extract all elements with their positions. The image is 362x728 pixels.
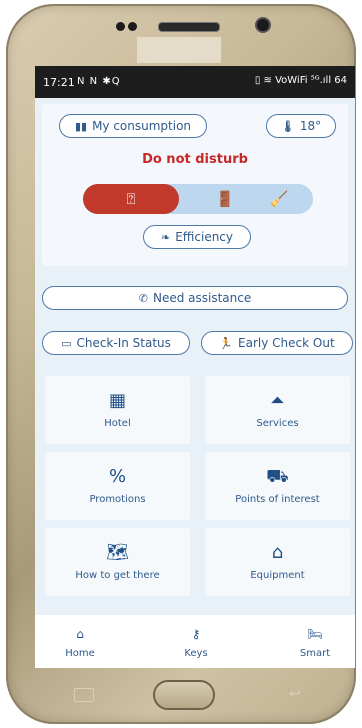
- check-in-status-button[interactable]: ▭ Check-In Status: [42, 331, 190, 355]
- promotions-label: Promotions: [89, 493, 146, 505]
- how-to-get-there-label: How to get there: [75, 569, 160, 581]
- leaf-icon: ❧: [160, 230, 171, 244]
- room-status-toggle[interactable]: ⍰ 🚪 🧹: [83, 184, 313, 214]
- home-icon: ⌂: [76, 627, 84, 641]
- percent-icon: %: [108, 465, 127, 487]
- bed-icon: 🛏: [307, 627, 323, 641]
- bar-chart-icon: ▮▮: [74, 119, 88, 133]
- house-icon: ⌂: [271, 541, 284, 563]
- early-check-out-button[interactable]: 🏃 Early Check Out: [201, 331, 353, 355]
- equipment-label: Equipment: [250, 569, 305, 581]
- need-assistance-button[interactable]: ✆ Need assistance: [42, 286, 348, 310]
- nav-keys-label: Keys: [184, 648, 208, 659]
- key-icon: ⚷: [191, 627, 201, 641]
- bottom-navigation: ⌂ Home ⚷ Keys 🛏 Smart: [35, 615, 355, 668]
- cleaning-option[interactable]: 🧹: [249, 184, 309, 214]
- need-assistance-label: Need assistance: [152, 291, 252, 305]
- temperature-value: 18°: [299, 119, 322, 133]
- efficiency-label: Efficiency: [175, 230, 234, 244]
- thermometer-icon: 🌡: [280, 119, 295, 133]
- recent-apps-key[interactable]: [74, 688, 94, 702]
- phone-icon: ✆: [138, 291, 148, 305]
- promotions-tile[interactable]: % Promotions: [45, 452, 190, 520]
- hotel-tile[interactable]: ▦ Hotel: [45, 376, 190, 444]
- services-label: Services: [256, 417, 299, 429]
- cleaning-icon: 🧹: [269, 190, 289, 208]
- points-of-interest-label: Points of interest: [235, 493, 320, 505]
- nav-home[interactable]: ⌂ Home: [50, 627, 110, 659]
- running-person-icon: 🏃: [219, 336, 234, 350]
- hotel-icon: ▦: [108, 389, 126, 411]
- app-content: ▮▮ My consumption 🌡 18° Do not disturb ⍰…: [35, 98, 355, 668]
- do-not-disturb-status: Do not disturb: [142, 152, 248, 167]
- back-key-icon[interactable]: ↩: [289, 686, 301, 702]
- earpiece-speaker: [158, 22, 220, 32]
- hardware-keys: ↩: [6, 668, 356, 724]
- efficiency-button[interactable]: ❧ Efficiency: [143, 225, 251, 249]
- map-icon: 🗺: [106, 541, 129, 563]
- nav-smart[interactable]: 🛏 Smart: [285, 627, 345, 659]
- home-hardware-button[interactable]: [153, 680, 215, 710]
- notification-icons: N N ✱Q: [77, 76, 121, 87]
- hotel-label: Hotel: [104, 417, 131, 429]
- my-consumption-button[interactable]: ▮▮ My consumption: [59, 114, 207, 138]
- room-control-panel: ▮▮ My consumption 🌡 18° Do not disturb ⍰…: [42, 104, 348, 266]
- status-bar: 17:21 N N ✱Q ▯ ≋ VoWiFi ⁵ᴳ.ıll 64: [35, 66, 355, 98]
- phone-frame: 17:21 N N ✱Q ▯ ≋ VoWiFi ⁵ᴳ.ıll 64 ▮▮ My …: [6, 4, 356, 724]
- sensor-dot: [116, 22, 125, 31]
- services-tile[interactable]: ⏶ Services: [205, 376, 350, 444]
- id-card-icon: ▭: [61, 336, 72, 350]
- phone-top-bezel: [6, 4, 356, 66]
- points-of-interest-tile[interactable]: ⛟ Points of interest: [205, 452, 350, 520]
- sensor-dot: [128, 22, 137, 31]
- do-not-disturb-option[interactable]: ⍰: [83, 184, 179, 214]
- check-in-status-label: Check-In Status: [76, 336, 171, 350]
- bell-icon: ⏶: [270, 389, 285, 411]
- car-icon: ⛟: [266, 465, 289, 487]
- screen: 17:21 N N ✱Q ▯ ≋ VoWiFi ⁵ᴳ.ıll 64 ▮▮ My …: [35, 66, 355, 668]
- my-consumption-label: My consumption: [92, 119, 192, 133]
- temperature-button[interactable]: 🌡 18°: [266, 114, 336, 138]
- door-hanger-icon: ⍰: [126, 190, 136, 208]
- how-to-get-there-tile[interactable]: 🗺 How to get there: [45, 528, 190, 596]
- door-person-icon: 🚪: [215, 190, 235, 208]
- sensor-dots: [116, 22, 138, 32]
- early-check-out-label: Early Check Out: [238, 336, 335, 350]
- system-status-icons: ▯ ≋ VoWiFi ⁵ᴳ.ıll 64: [254, 75, 347, 86]
- proximity-sensor-area: [137, 37, 221, 63]
- equipment-tile[interactable]: ⌂ Equipment: [205, 528, 350, 596]
- front-camera: [257, 19, 269, 31]
- status-time: 17:21: [43, 76, 75, 89]
- neutral-option[interactable]: 🚪: [195, 184, 255, 214]
- nav-keys[interactable]: ⚷ Keys: [166, 627, 226, 659]
- nav-smart-label: Smart: [299, 648, 331, 659]
- nav-home-label: Home: [65, 648, 95, 659]
